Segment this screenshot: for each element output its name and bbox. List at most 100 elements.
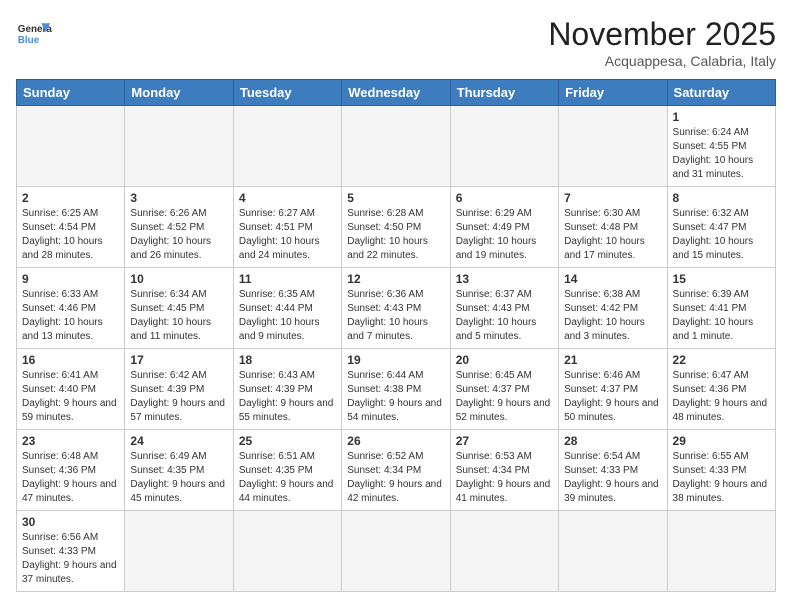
table-row xyxy=(667,511,775,592)
logo: General Blue xyxy=(16,16,52,52)
day-number: 1 xyxy=(673,110,770,124)
table-row: 14 Sunrise: 6:38 AM Sunset: 4:42 PM Dayli… xyxy=(559,268,667,349)
day-info: Sunrise: 6:35 AM Sunset: 4:44 PM Dayligh… xyxy=(239,288,336,344)
table-row: 16 Sunrise: 6:41 AM Sunset: 4:40 PM Dayli… xyxy=(17,349,125,430)
day-info: Sunrise: 6:26 AM Sunset: 4:52 PM Dayligh… xyxy=(130,207,227,263)
table-row: 27 Sunrise: 6:53 AM Sunset: 4:34 PM Dayli… xyxy=(450,430,558,511)
table-row xyxy=(125,106,233,187)
table-row: 6Sunrise: 6:29 AM Sunset: 4:49 PM Daylig… xyxy=(450,187,558,268)
header-row: Sunday Monday Tuesday Wednesday Thursday… xyxy=(17,80,776,106)
calendar-row-5: 23 Sunrise: 6:48 AM Sunset: 4:36 PM Dayli… xyxy=(17,430,776,511)
day-number: 18 xyxy=(239,353,336,367)
day-number: 8 xyxy=(673,191,770,205)
header-friday: Friday xyxy=(559,80,667,106)
table-row: 11 Sunrise: 6:35 AM Sunset: 4:44 PM Dayli… xyxy=(233,268,341,349)
day-info: Sunrise: 6:33 AM Sunset: 4:46 PM Dayligh… xyxy=(22,288,119,344)
day-info: Sunrise: 6:47 AM Sunset: 4:36 PM Dayligh… xyxy=(673,369,770,425)
calendar-title: November 2025 xyxy=(548,16,776,53)
calendar-table: Sunday Monday Tuesday Wednesday Thursday… xyxy=(16,79,776,592)
day-info: Sunrise: 6:34 AM Sunset: 4:45 PM Dayligh… xyxy=(130,288,227,344)
table-row: 17Sunrise: 6:42 AM Sunset: 4:39 PM Dayli… xyxy=(125,349,233,430)
table-row: 12 Sunrise: 6:36 AM Sunset: 4:43 PM Dayli… xyxy=(342,268,450,349)
table-row xyxy=(559,511,667,592)
day-info: Sunrise: 6:55 AM Sunset: 4:33 PM Dayligh… xyxy=(673,450,770,506)
header-thursday: Thursday xyxy=(450,80,558,106)
header-monday: Monday xyxy=(125,80,233,106)
table-row: 19 Sunrise: 6:44 AM Sunset: 4:38 PM Dayli… xyxy=(342,349,450,430)
day-info: Sunrise: 6:30 AM Sunset: 4:48 PM Dayligh… xyxy=(564,207,661,263)
day-number: 15 xyxy=(673,272,770,286)
table-row xyxy=(17,106,125,187)
day-number: 25 xyxy=(239,434,336,448)
header-sunday: Sunday xyxy=(17,80,125,106)
day-number: 21 xyxy=(564,353,661,367)
table-row: 5Sunrise: 6:28 AM Sunset: 4:50 PM Daylig… xyxy=(342,187,450,268)
day-number: 3 xyxy=(130,191,227,205)
table-row: 8Sunrise: 6:32 AM Sunset: 4:47 PM Daylig… xyxy=(667,187,775,268)
header-wednesday: Wednesday xyxy=(342,80,450,106)
day-info: Sunrise: 6:53 AM Sunset: 4:34 PM Dayligh… xyxy=(456,450,553,506)
day-number: 4 xyxy=(239,191,336,205)
day-number: 19 xyxy=(347,353,444,367)
table-row: 22 Sunrise: 6:47 AM Sunset: 4:36 PM Dayli… xyxy=(667,349,775,430)
day-number: 11 xyxy=(239,272,336,286)
day-info: Sunrise: 6:42 AM Sunset: 4:39 PM Dayligh… xyxy=(130,369,227,425)
day-info: Sunrise: 6:36 AM Sunset: 4:43 PM Dayligh… xyxy=(347,288,444,344)
table-row: 9Sunrise: 6:33 AM Sunset: 4:46 PM Daylig… xyxy=(17,268,125,349)
day-number: 29 xyxy=(673,434,770,448)
table-row xyxy=(125,511,233,592)
table-row: 7Sunrise: 6:30 AM Sunset: 4:48 PM Daylig… xyxy=(559,187,667,268)
table-row: 21 Sunrise: 6:46 AM Sunset: 4:37 PM Dayli… xyxy=(559,349,667,430)
day-info: Sunrise: 6:37 AM Sunset: 4:43 PM Dayligh… xyxy=(456,288,553,344)
day-number: 22 xyxy=(673,353,770,367)
table-row: 28 Sunrise: 6:54 AM Sunset: 4:33 PM Dayli… xyxy=(559,430,667,511)
day-info: Sunrise: 6:41 AM Sunset: 4:40 PM Dayligh… xyxy=(22,369,119,425)
day-info: Sunrise: 6:48 AM Sunset: 4:36 PM Dayligh… xyxy=(22,450,119,506)
table-row xyxy=(342,511,450,592)
title-block: November 2025 Acquappesa, Calabria, Ital… xyxy=(548,16,776,69)
table-row xyxy=(233,511,341,592)
day-info: Sunrise: 6:54 AM Sunset: 4:33 PM Dayligh… xyxy=(564,450,661,506)
table-row: 24 Sunrise: 6:49 AM Sunset: 4:35 PM Dayli… xyxy=(125,430,233,511)
day-number: 24 xyxy=(130,434,227,448)
day-number: 27 xyxy=(456,434,553,448)
table-row xyxy=(342,106,450,187)
day-info: Sunrise: 6:28 AM Sunset: 4:50 PM Dayligh… xyxy=(347,207,444,263)
day-info: Sunrise: 6:49 AM Sunset: 4:35 PM Dayligh… xyxy=(130,450,227,506)
table-row: 4 Sunrise: 6:27 AM Sunset: 4:51 PM Daylig… xyxy=(233,187,341,268)
logo-icon: General Blue xyxy=(16,16,52,52)
day-number: 20 xyxy=(456,353,553,367)
day-info: Sunrise: 6:29 AM Sunset: 4:49 PM Dayligh… xyxy=(456,207,553,263)
table-row: 30 Sunrise: 6:56 AM Sunset: 4:33 PM Dayli… xyxy=(17,511,125,592)
page-header: General Blue November 2025 Acquappesa, C… xyxy=(16,16,776,69)
day-info: Sunrise: 6:44 AM Sunset: 4:38 PM Dayligh… xyxy=(347,369,444,425)
day-info: Sunrise: 6:45 AM Sunset: 4:37 PM Dayligh… xyxy=(456,369,553,425)
table-row xyxy=(559,106,667,187)
table-row: 2 Sunrise: 6:25 AM Sunset: 4:54 PM Daylig… xyxy=(17,187,125,268)
day-number: 30 xyxy=(22,515,119,529)
table-row xyxy=(450,511,558,592)
day-number: 16 xyxy=(22,353,119,367)
table-row: 1Sunrise: 6:24 AM Sunset: 4:55 PM Daylig… xyxy=(667,106,775,187)
calendar-row-4: 16 Sunrise: 6:41 AM Sunset: 4:40 PM Dayli… xyxy=(17,349,776,430)
day-number: 12 xyxy=(347,272,444,286)
day-number: 14 xyxy=(564,272,661,286)
calendar-row-2: 2 Sunrise: 6:25 AM Sunset: 4:54 PM Daylig… xyxy=(17,187,776,268)
table-row: 15 Sunrise: 6:39 AM Sunset: 4:41 PM Dayli… xyxy=(667,268,775,349)
day-info: Sunrise: 6:46 AM Sunset: 4:37 PM Dayligh… xyxy=(564,369,661,425)
calendar-row-1: 1Sunrise: 6:24 AM Sunset: 4:55 PM Daylig… xyxy=(17,106,776,187)
table-row: 3 Sunrise: 6:26 AM Sunset: 4:52 PM Daylig… xyxy=(125,187,233,268)
day-info: Sunrise: 6:56 AM Sunset: 4:33 PM Dayligh… xyxy=(22,531,119,587)
day-info: Sunrise: 6:38 AM Sunset: 4:42 PM Dayligh… xyxy=(564,288,661,344)
table-row: 23 Sunrise: 6:48 AM Sunset: 4:36 PM Dayli… xyxy=(17,430,125,511)
day-number: 28 xyxy=(564,434,661,448)
day-info: Sunrise: 6:27 AM Sunset: 4:51 PM Dayligh… xyxy=(239,207,336,263)
table-row: 20 Sunrise: 6:45 AM Sunset: 4:37 PM Dayli… xyxy=(450,349,558,430)
calendar-subtitle: Acquappesa, Calabria, Italy xyxy=(548,53,776,69)
day-info: Sunrise: 6:39 AM Sunset: 4:41 PM Dayligh… xyxy=(673,288,770,344)
day-number: 2 xyxy=(22,191,119,205)
table-row: 25Sunrise: 6:51 AM Sunset: 4:35 PM Dayli… xyxy=(233,430,341,511)
day-info: Sunrise: 6:25 AM Sunset: 4:54 PM Dayligh… xyxy=(22,207,119,263)
day-number: 23 xyxy=(22,434,119,448)
table-row: 18Sunrise: 6:43 AM Sunset: 4:39 PM Dayli… xyxy=(233,349,341,430)
